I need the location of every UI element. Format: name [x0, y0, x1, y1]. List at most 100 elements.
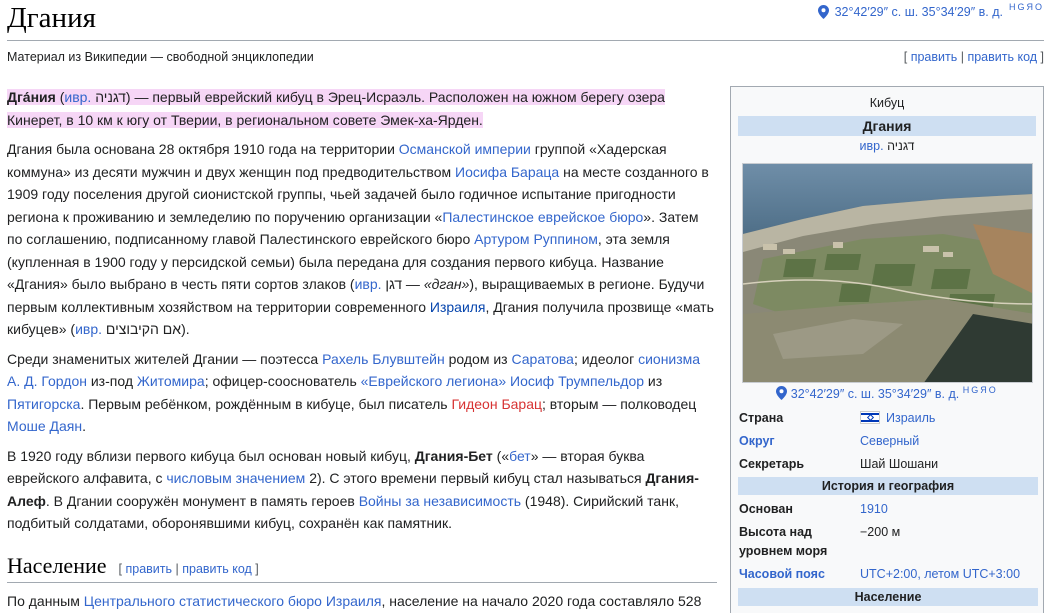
text: . [82, 418, 86, 434]
link-cbs-israel[interactable]: Центрального статистического бюро Израил… [84, 593, 382, 609]
row-value: Шай Шошани [860, 457, 939, 471]
text: В 1920 году вблизи первого кибуца был ос… [7, 447, 415, 464]
article-body: Дга́ния (ивр. דגניה) — первый еврейский … [7, 86, 717, 542]
link-arthur-ruppin[interactable]: Артуром Руппином [474, 231, 598, 247]
degania-bet-paragraph: В 1920 году вблизи первого кибуца был ос… [7, 445, 717, 535]
link-northern-district[interactable]: Северный [860, 434, 919, 448]
text: ; офицер-сооснователь [204, 373, 361, 389]
text: родом из [444, 350, 512, 367]
aerial-photo[interactable] [742, 163, 1033, 383]
aerial-photo-image [743, 164, 1032, 382]
infobox-section-population: Население [738, 588, 1038, 606]
map-pin-icon[interactable] [817, 5, 829, 19]
coordinates-link[interactable]: 32°42′29″ с. ш. 35°34′29″ в. д. [835, 5, 1003, 19]
link-palestine-office[interactable]: Палестинское еврейское бюро [442, 209, 643, 225]
row-value: Израиль [860, 409, 1037, 428]
infobox-row-district: Округ Северный [739, 432, 1037, 451]
text: ; идеолог [573, 350, 639, 367]
infobox-native-name: ивр. דגניה [731, 139, 1043, 153]
text: из-под [86, 373, 137, 389]
text: דגן — [381, 276, 424, 292]
infobox-type: Кибуц [869, 96, 905, 110]
section-edit-code-link[interactable]: править код [182, 562, 252, 576]
link-war-of-independence[interactable]: Войны за независимость [359, 493, 521, 509]
text: ; вторым — полководец [542, 395, 697, 412]
residents-paragraph: Среди знаменитых жителей Дгании — поэтес… [7, 348, 717, 438]
text: ). [181, 321, 190, 337]
intro-paragraph: Дга́ния (ивр. דגניה) — первый еврейский … [7, 86, 717, 131]
text: Среди знаменитых жителей Дгании — поэтес… [7, 350, 323, 367]
map-services-links[interactable]: HGЯO [963, 385, 998, 395]
map-pin-icon[interactable] [776, 386, 788, 400]
infobox-title: Дгания [738, 116, 1036, 136]
lang-link[interactable]: ивр. [64, 89, 91, 105]
infobox-row-country: Страна Израиль [739, 409, 1037, 428]
link-joseph-baratz[interactable]: Иосифа Бараца [455, 164, 559, 180]
infobox-section-history: История и география [738, 477, 1038, 495]
redlink-gideon-baratz[interactable]: Гидеон Барац [451, 396, 542, 412]
link-zhytomyr[interactable]: Житомира [137, 373, 205, 389]
infobox: Кибуц Дгания ивр. דגניה 32°42′29″ с. ш. … [730, 86, 1044, 613]
row-key: Секретарь [739, 457, 805, 471]
link-trumpeldor[interactable]: Иосиф Трумпельдор [510, 373, 644, 389]
link-rachel[interactable]: Рахель Блувштейн [322, 351, 445, 367]
link-gordon[interactable]: А. Д. Гордон [7, 373, 87, 389]
edit-link[interactable]: править [911, 50, 958, 64]
lang-link[interactable]: ивр. [355, 276, 382, 292]
link-ottoman-empire[interactable]: Османской империи [399, 141, 531, 157]
site-tagline: Материал из Википедии — свободной энцикл… [7, 50, 314, 64]
bracket-close: ] [251, 562, 259, 576]
hebrew-name: דגניה [883, 139, 915, 153]
bracket-open: [ [903, 50, 911, 64]
link-moshe-dayan[interactable]: Моше Даян [7, 418, 82, 434]
section-edit-links: [ править | править код ] [119, 562, 259, 576]
edit-separator: | [172, 562, 183, 576]
infobox-coordinates[interactable]: 32°42′29″ с. ш. 35°34′29″ в. д. HGЯO [731, 385, 1043, 401]
link-jewish-legion[interactable]: «Еврейского легиона» [361, 373, 506, 389]
article-name: Дга́ния [7, 89, 56, 105]
page-title: Дгания [7, 2, 96, 34]
lang-link[interactable]: ивр. [860, 139, 884, 153]
text: 2). С этого времени первый кибуц стал на… [305, 470, 646, 486]
link-1910[interactable]: 1910 [860, 502, 888, 516]
link-israel[interactable]: Израиля [430, 299, 486, 315]
coordinates-link[interactable]: 32°42′29″ с. ш. 35°34′29″ в. д. [791, 387, 959, 401]
bold-term: Дгания-Бет [414, 447, 493, 464]
row-key: Страна [739, 411, 784, 425]
link-pyatigorsk[interactable]: Пятигорска [7, 396, 80, 412]
infobox-row-founded: Основан 1910 [739, 500, 1037, 519]
link-numeric-value[interactable]: числовым значением [166, 470, 305, 486]
coordinates-top[interactable]: 32°42′29″ с. ш. 35°34′29″ в. д. HGЯO [817, 2, 1044, 19]
link-utc[interactable]: UTC+2:00, летом UTC+3:00 [860, 567, 1020, 581]
text: . В Дгании сооружён монумент в память ге… [45, 492, 359, 509]
title-divider [7, 40, 1044, 41]
row-key: Основан [739, 502, 793, 516]
intro-highlight: Дга́ния (ивр. דגניה) — первый еврейский … [7, 89, 665, 128]
link-saratov[interactable]: Саратова [512, 351, 574, 367]
link-timezone[interactable]: Часовой пояс [739, 567, 825, 581]
link-bet[interactable]: бет [509, 448, 531, 464]
edit-code-link[interactable]: править код [967, 50, 1037, 64]
transliteration: «дган» [423, 276, 470, 292]
israel-flag-icon [860, 411, 880, 424]
section-title: Население [7, 553, 107, 578]
text: , население на начало 2020 года составля… [381, 593, 702, 609]
link-zionism[interactable]: сионизма [638, 351, 700, 367]
history-paragraph: Дгания была основана 28 октября 1910 год… [7, 138, 717, 341]
map-services-links[interactable]: HGЯO [1009, 2, 1044, 12]
infobox-row-secretary: Секретарь Шай Шошани [739, 455, 1037, 474]
hebrew-text: אם הקיבוצים [102, 321, 182, 337]
hebrew-name: דגניה [91, 89, 126, 105]
infobox-row-elevation: Высота над уровнем моря −200 м [739, 523, 1037, 561]
text: Дгания была основана 28 октября 1910 год… [7, 141, 399, 157]
link-israel[interactable]: Израиль [886, 411, 935, 425]
text: (« [492, 447, 510, 464]
edit-separator: | [957, 50, 968, 64]
section-heading-population: Население [ править | править код ] [7, 553, 717, 583]
row-key: Высота над уровнем моря [739, 525, 828, 558]
row-value: −200 м [860, 525, 901, 539]
population-paragraph: По данным Центрального статистического б… [7, 590, 727, 612]
lang-link[interactable]: ивр. [75, 321, 102, 337]
link-district[interactable]: Округ [739, 434, 775, 448]
section-edit-link[interactable]: править [125, 562, 172, 576]
